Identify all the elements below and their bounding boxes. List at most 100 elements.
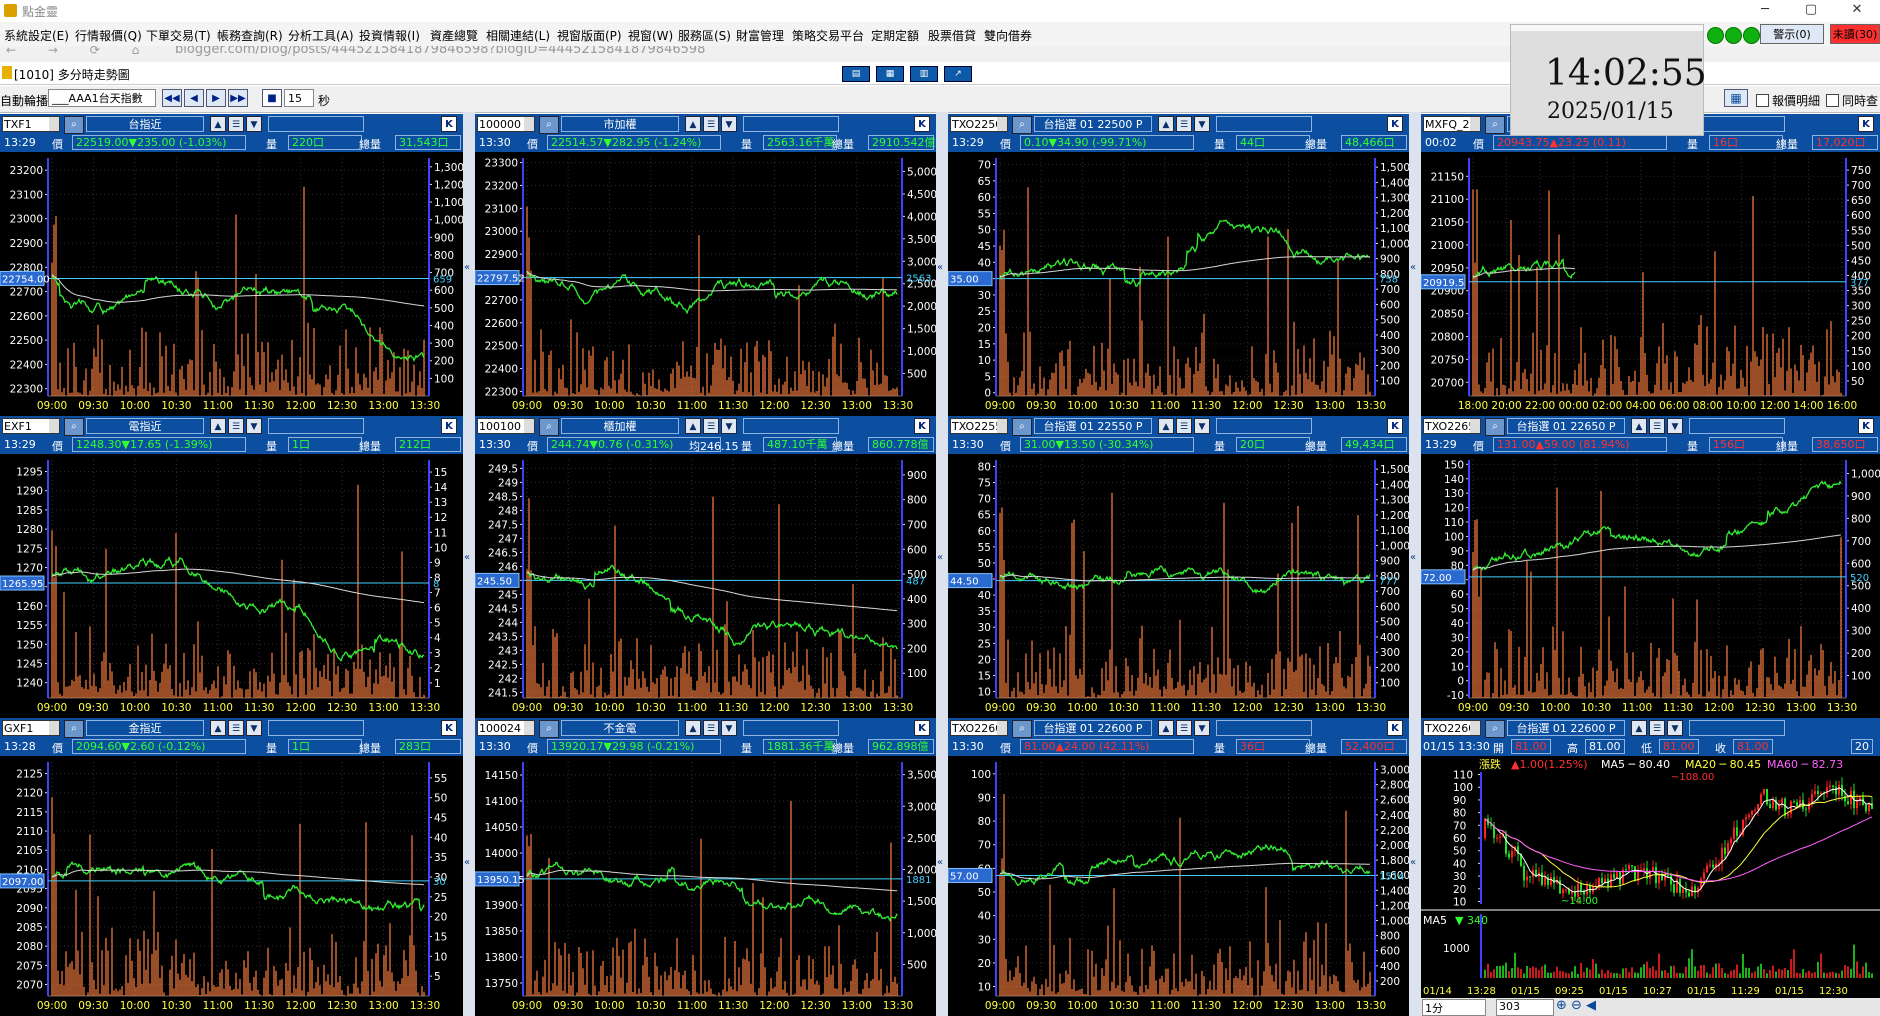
chart-panel-7[interactable]: TXO22650 ⌕ 台指選 01 22650 P ▲ ☰ ▼ K 13:29 價 131.00▲… [1421, 416, 1880, 718]
up-arrow-icon[interactable]: ▲ [1158, 116, 1174, 132]
chevron-down-icon[interactable]: ▼ [1194, 720, 1210, 736]
panel-separator-1[interactable]: ««« [936, 112, 948, 1016]
menu-item-12[interactable]: 策略交易平台 [792, 27, 864, 44]
list-icon[interactable]: ☰ [1649, 418, 1665, 434]
kline-button[interactable]: K [441, 116, 457, 132]
search-icon[interactable]: ⌕ [1012, 720, 1032, 738]
chevron-down-icon[interactable]: ▼ [246, 116, 262, 132]
symbol-code-input[interactable]: EXF1 [2, 418, 60, 434]
intraday-chart[interactable]: 09:00 09:30 10:00 10:30 11:00 11:30 12:00 12:30… [0, 756, 463, 1016]
menu-item-15[interactable]: 雙向借券 [984, 27, 1032, 44]
layout-2-button[interactable]: ▦ [876, 66, 904, 82]
menu-item-1[interactable]: 行情報價(Q) [75, 27, 142, 44]
browser-nav-icons[interactable]: ← → ⟳ ⌂ [6, 46, 153, 57]
search-icon[interactable]: ⌕ [1012, 418, 1032, 436]
search-icon[interactable]: ⌕ [539, 720, 559, 738]
kline-symbol-input[interactable]: TXO22600 [1423, 720, 1481, 736]
chart-panel-2[interactable]: TXO22500 ⌕ 台指選 01 22500 P ▲ ☰ ▼ K 13:29 價 0.10▼34… [948, 114, 1409, 416]
first-button[interactable]: ◀◀ [162, 89, 182, 107]
chart-panel-4[interactable]: EXF1 ⌕ 電指近 ▲ ☰ ▼ K 13:29 價 1248.30▼17.65 (-1.39%)… [0, 416, 463, 718]
symbol-code-input[interactable]: TXO22650 [1423, 418, 1481, 434]
chart-panel-6[interactable]: TXO22550 ⌕ 台指選 01 22550 P ▲ ☰ ▼ K 13:30 價 31.00▼1… [948, 416, 1409, 718]
chevron-down-icon[interactable]: ▼ [246, 720, 262, 736]
kline-panel[interactable]: TXO22600 ⌕ 台指選 01 22600 P ▲ ☰ ▼ 01/15 13:30 開 81… [1421, 718, 1880, 998]
menu-item-11[interactable]: 財富管理 [736, 27, 784, 44]
intraday-chart[interactable]: 09:00 09:30 10:00 10:30 11:00 11:30 12:00 12:30… [475, 756, 936, 1016]
layout-1-button[interactable]: ▤ [842, 66, 870, 82]
up-arrow-icon[interactable]: ▲ [685, 116, 701, 132]
chart-panel-8[interactable]: GXF1 ⌕ 金指近 ▲ ☰ ▼ K 13:28 價 2094.60▼2.60 (-0.12%) 量… [0, 718, 463, 1016]
layout-4-button[interactable]: ↗ [944, 66, 972, 82]
kline-button[interactable]: K [1387, 720, 1403, 736]
zoom-icons[interactable]: ⊕ ⊖ ◀ [1556, 998, 1596, 1013]
layout-3-button[interactable]: ▥ [910, 66, 938, 82]
up-arrow-icon[interactable]: ▲ [210, 720, 226, 736]
list-icon[interactable]: ☰ [703, 720, 719, 736]
chart-panel-3[interactable]: MXFQ_2503⌕▲☰▼K00:02價20943.75▲23.25 (0.11… [1421, 114, 1880, 416]
search-icon[interactable]: ⌕ [1012, 116, 1032, 134]
kline-button[interactable]: K [1387, 116, 1403, 132]
list-icon[interactable]: ☰ [1176, 116, 1192, 132]
menu-item-10[interactable]: 服務區(S) [678, 27, 731, 44]
search-icon[interactable]: ⌕ [64, 116, 84, 134]
search-icon[interactable]: ⌕ [1485, 116, 1505, 134]
intraday-chart[interactable]: 09:00 09:30 10:00 10:30 11:00 11:30 12:00 12:30… [475, 454, 936, 718]
symbol-code-input[interactable]: 100024 [477, 720, 535, 736]
up-arrow-icon[interactable]: ▲ [1158, 720, 1174, 736]
chevron-down-icon[interactable]: ▼ [721, 116, 737, 132]
intraday-chart[interactable]: 09:00 09:30 10:00 10:30 11:00 11:30 12:00 12:30… [948, 152, 1409, 416]
list-icon[interactable]: ☰ [228, 720, 244, 736]
list-icon[interactable]: ☰ [1176, 418, 1192, 434]
list-icon[interactable]: ☰ [1176, 720, 1192, 736]
symbol-code-input[interactable]: 100100 [477, 418, 535, 434]
grid-layout-button[interactable]: ▦ [1724, 89, 1748, 107]
symbol-code-input[interactable]: 100000 [477, 116, 535, 132]
search-icon[interactable]: ⌕ [1485, 418, 1505, 436]
kline-button[interactable]: K [1858, 418, 1874, 434]
up-arrow-icon[interactable]: ▲ [1158, 418, 1174, 434]
search-icon[interactable]: ⌕ [64, 418, 84, 436]
symbol-code-input[interactable]: TXO22550 [950, 418, 1008, 434]
chart-panel-9[interactable]: 100024 ⌕ 不金電 ▲ ☰ ▼ K 13:30 價 13920.17▼29.98 (-0.2… [475, 718, 936, 1016]
symbol-code-input[interactable]: MXFQ_2503 [1423, 116, 1481, 132]
menu-item-2[interactable]: 下單交易(T) [146, 27, 211, 44]
chevron-down-icon[interactable]: ▼ [1194, 418, 1210, 434]
quote-detail-checkbox[interactable]: 報價明細 [1756, 92, 1820, 109]
minimize-button[interactable]: ─ [1742, 0, 1788, 22]
play-button[interactable]: ▶ [206, 89, 226, 107]
list-icon[interactable]: ☰ [703, 116, 719, 132]
kline-button[interactable]: K [914, 418, 930, 434]
chart-panel-5[interactable]: 100100 ⌕ 櫃加權 ▲ ☰ ▼ K 13:30 價 244.74▼0.76 (-0.31%)… [475, 416, 936, 718]
chevron-down-icon[interactable]: ▼ [1667, 418, 1683, 434]
stop-button[interactable]: ■ [262, 89, 282, 107]
intraday-chart[interactable]: 09:00 09:30 10:00 10:30 11:00 11:30 12:00 12:30… [0, 152, 463, 416]
menu-item-0[interactable]: 系統設定(E) [4, 27, 69, 44]
list-icon[interactable]: ☰ [1649, 720, 1665, 736]
symbol-code-input[interactable]: GXF1 [2, 720, 60, 736]
menu-item-7[interactable]: 相關連結(L) [486, 27, 550, 44]
intraday-chart[interactable]: 09:00 09:30 10:00 10:30 11:00 11:30 12:00 12:30… [0, 454, 463, 718]
menu-item-4[interactable]: 分析工具(A) [288, 27, 354, 44]
kline-button[interactable]: K [914, 116, 930, 132]
kline-button[interactable]: K [441, 418, 457, 434]
chevron-down-icon[interactable]: ▼ [246, 418, 262, 434]
interval-input[interactable]: 15 [284, 89, 314, 107]
sync-checkbox[interactable]: 同時查 [1826, 92, 1878, 109]
list-icon[interactable]: ☰ [228, 418, 244, 434]
alert-button[interactable]: 警示(0) [1760, 24, 1824, 44]
list-icon[interactable]: ☰ [228, 116, 244, 132]
up-arrow-icon[interactable]: ▲ [685, 720, 701, 736]
unread-button[interactable]: 未讀(30) [1830, 24, 1880, 44]
intraday-chart[interactable]: 18:00 20:00 22:00 00:00 02:00 04:00 06:00 08:00… [1421, 152, 1880, 416]
intraday-chart[interactable]: 09:00 09:30 10:00 10:30 11:00 11:30 12:00 12:30… [1421, 454, 1880, 718]
list-icon[interactable]: ☰ [703, 418, 719, 434]
up-arrow-icon[interactable]: ▲ [1631, 720, 1647, 736]
chevron-down-icon[interactable]: ▼ [1194, 116, 1210, 132]
symbol-code-input[interactable]: TXO22500 [950, 116, 1008, 132]
search-icon[interactable]: ⌕ [539, 116, 559, 134]
intraday-chart[interactable]: 09:00 09:30 10:00 10:30 11:00 11:30 12:00 12:30… [948, 756, 1409, 1016]
chart-panel-1[interactable]: 100000 ⌕ 市加權 ▲ ☰ ▼ K 13:30 價 22514.57▼282.95 (-1.… [475, 114, 936, 416]
search-icon[interactable]: ⌕ [539, 418, 559, 436]
up-arrow-icon[interactable]: ▲ [1631, 418, 1647, 434]
group-select[interactable]: ___AAA1台天指數 [48, 89, 156, 107]
